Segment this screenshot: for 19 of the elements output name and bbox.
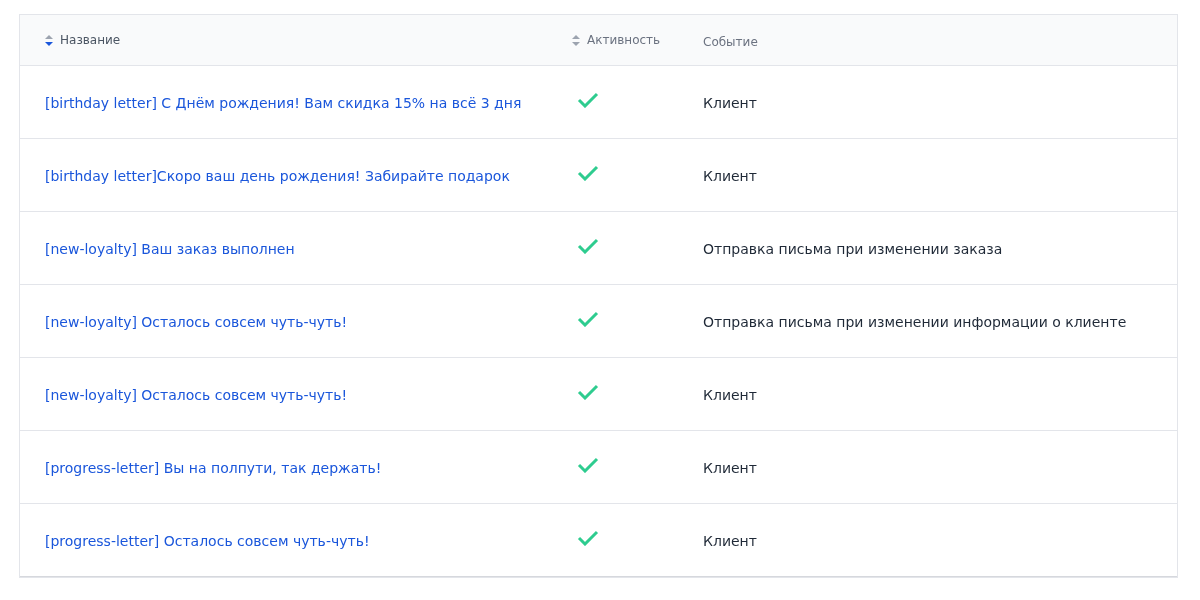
sort-icon	[45, 34, 53, 46]
event-text: Клиент	[703, 386, 757, 403]
template-link[interactable]: [progress-letter] Вы на полпути, так держать!	[45, 459, 382, 476]
column-header[interactable]: Название	[45, 32, 121, 48]
template-link[interactable]: [birthday letter]Скоро ваш день рождения! Забирайте подарок	[45, 167, 510, 184]
template-link[interactable]: [progress-letter] Осталось совсем чуть-чуть!	[45, 532, 370, 549]
template-link[interactable]: [birthday letter] С Днём рождения! Вам скидка 15% на всё 3 дня	[45, 94, 522, 111]
event-text: Клиент	[703, 532, 757, 549]
event-text: Отправка письма при изменении информации о клиенте	[703, 313, 1127, 330]
template-link[interactable]: [new-loyalty] Осталось совсем чуть-чуть!	[45, 313, 348, 330]
template-link[interactable]: [new-loyalty] Ваш заказ выполнен	[45, 240, 295, 257]
event-text: Клиент	[703, 94, 757, 111]
event-text: Отправка письма при изменении заказа	[703, 240, 1003, 257]
event-text: Клиент	[703, 167, 757, 184]
column-header[interactable]: Активность	[572, 32, 661, 48]
event-text: Клиент	[703, 459, 757, 476]
sort-icon	[572, 34, 580, 46]
template-link[interactable]: [new-loyalty] Осталось совсем чуть-чуть!	[45, 386, 348, 403]
column-header[interactable]: Событие	[703, 33, 758, 50]
